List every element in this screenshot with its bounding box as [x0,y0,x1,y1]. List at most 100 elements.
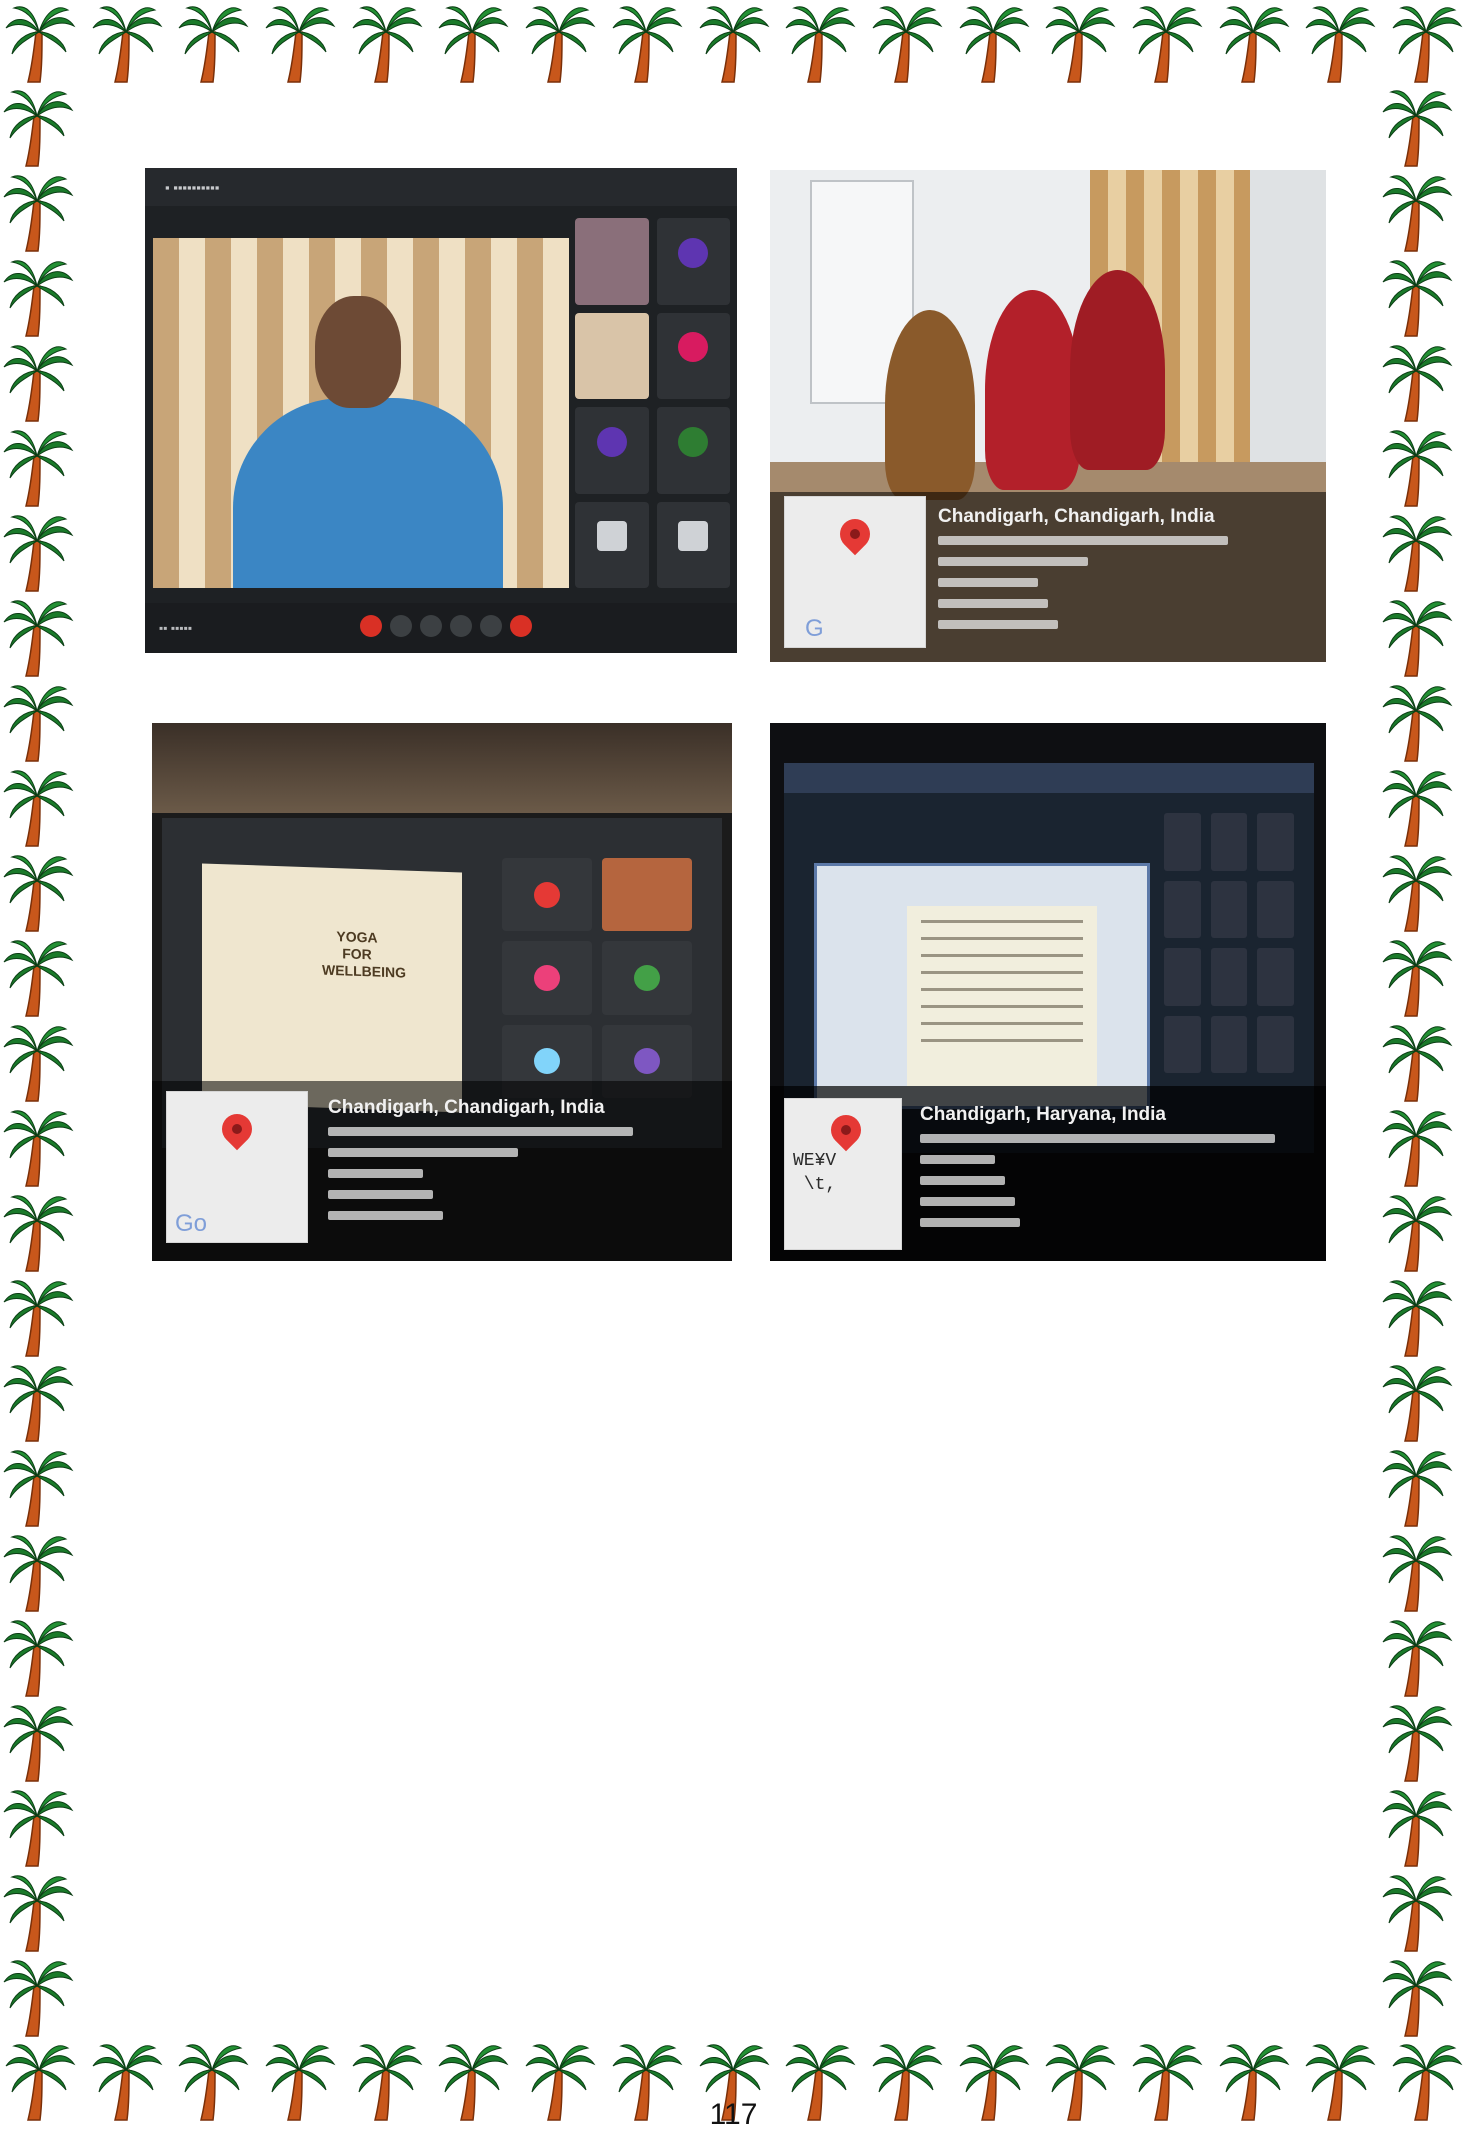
palm-tree-icon [264,2,336,86]
palm-tree-icon [1381,1616,1453,1700]
palm-border-top [0,2,1467,86]
mic-icon [360,615,382,637]
palm-tree-icon [1381,1701,1453,1785]
palm-tree-icon [2,341,74,425]
palm-tree-icon [524,2,596,86]
palm-tree-icon [351,2,423,86]
slide-title: YOGA FOR WELLBEING [322,928,406,981]
speaker-video [153,238,569,588]
palm-tree-icon [2,1191,74,1275]
map-logo: Go [175,1210,208,1237]
geotag-location: Chandigarh, Chandigarh, India [938,506,1215,527]
palm-border-left [2,86,86,2040]
palm-tree-icon [2,426,74,510]
palm-tree-icon [2,766,74,850]
map-pin-icon [215,1107,259,1151]
palm-tree-icon [1381,341,1453,425]
palm-tree-icon [2,1021,74,1105]
camera-icon [390,615,412,637]
palm-tree-icon [1381,1531,1453,1615]
palm-tree-icon [2,1106,74,1190]
palm-tree-icon [2,851,74,935]
map-thumbnail: G [784,496,926,648]
palm-tree-icon [1381,596,1453,680]
palm-tree-icon [2,171,74,255]
document-window [814,863,1150,1109]
palm-tree-icon [1381,1361,1453,1445]
map-pin-icon [824,1108,868,1152]
palm-tree-icon [2,1616,74,1700]
palm-tree-icon [1381,851,1453,935]
palm-tree-icon [1044,2,1116,86]
end-call-icon [510,615,532,637]
palm-tree-icon [1381,936,1453,1020]
meeting-topbar: ▪ ▪▪▪▪▪▪▪▪▪▪ [145,168,737,206]
palm-tree-icon [2,256,74,340]
participant-tiles [575,218,730,588]
palm-tree-icon [2,86,74,170]
palm-tree-icon [611,2,683,86]
participant-tiles [502,858,692,1098]
geotag-overlay: G Chandigarh, Chandigarh, India [770,492,1326,662]
page-number: 117 [709,2098,758,2131]
captions-icon [420,615,442,637]
palm-tree-icon [1381,511,1453,595]
palm-tree-icon [1381,1871,1453,1955]
palm-tree-icon [1381,86,1453,170]
palm-tree-icon [2,1531,74,1615]
palm-tree-icon [2,1871,74,1955]
presentation-slide: YOGA FOR WELLBEING [202,863,462,1113]
palm-tree-icon [1381,1021,1453,1105]
palm-tree-icon [958,2,1030,86]
map-pin-icon [833,512,877,556]
palm-tree-icon [784,2,856,86]
palm-tree-icon [1381,171,1453,255]
palm-tree-icon [437,2,509,86]
palm-tree-icon [4,2,76,86]
online-session-screenshot: ▪ ▪▪▪▪▪▪▪▪▪▪ ▪▪ ▪▪▪▪▪ [145,168,737,653]
palm-tree-icon [1391,2,1463,86]
palm-tree-icon [2,1701,74,1785]
geotag-overlay: Go Chandigarh, Chandigarh, India [152,1081,732,1261]
meeting-controls: ▪▪ ▪▪▪▪▪ [145,603,737,653]
palm-tree-icon [1381,426,1453,510]
palm-tree-icon [1381,1106,1453,1190]
palm-tree-icon [871,2,943,86]
palm-tree-icon [1381,766,1453,850]
palm-tree-icon [91,2,163,86]
palm-tree-icon [2,681,74,765]
palm-tree-icon [2,1786,74,1870]
map-logo: G [805,615,824,642]
more-icon [480,615,502,637]
laptop-presentation-photo: YOGA FOR WELLBEING Go Chandigarh, Chandi… [152,723,732,1261]
participants-room-photo: G Chandigarh, Chandigarh, India [770,170,1326,662]
palm-tree-icon [1304,2,1376,86]
palm-tree-icon [1218,2,1290,86]
palm-tree-icon [1381,1276,1453,1360]
palm-tree-icon [2,1446,74,1530]
map-text: WE¥V \t, [793,1151,837,1195]
meeting-time-blur: ▪▪ ▪▪▪▪▪ [159,621,193,635]
palm-tree-icon [2,1956,74,2040]
palm-tree-icon [2,596,74,680]
map-thumbnail: WE¥V \t, [784,1098,902,1250]
present-icon [450,615,472,637]
meeting-title-blur: ▪ ▪▪▪▪▪▪▪▪▪▪ [165,180,220,195]
participant-tiles [1164,813,1294,1073]
palm-tree-icon [1381,1956,1453,2040]
palm-tree-icon [1131,2,1203,86]
palm-tree-icon [1381,1446,1453,1530]
map-thumbnail: Go [166,1091,308,1243]
palm-tree-icon [698,2,770,86]
geotag-location: Chandigarh, Haryana, India [920,1104,1166,1125]
palm-tree-icon [177,2,249,86]
geotag-location: Chandigarh, Chandigarh, India [328,1097,605,1118]
palm-tree-icon [2,511,74,595]
palm-tree-icon [2,936,74,1020]
geotag-overlay: WE¥V \t, Chandigarh, Haryana, India [770,1086,1326,1261]
palm-border-right [1381,86,1465,2040]
palm-tree-icon [1381,256,1453,340]
palm-tree-icon [1381,1191,1453,1275]
desktop-presentation-photo: WE¥V \t, Chandigarh, Haryana, India [770,723,1326,1261]
palm-tree-icon [1381,681,1453,765]
